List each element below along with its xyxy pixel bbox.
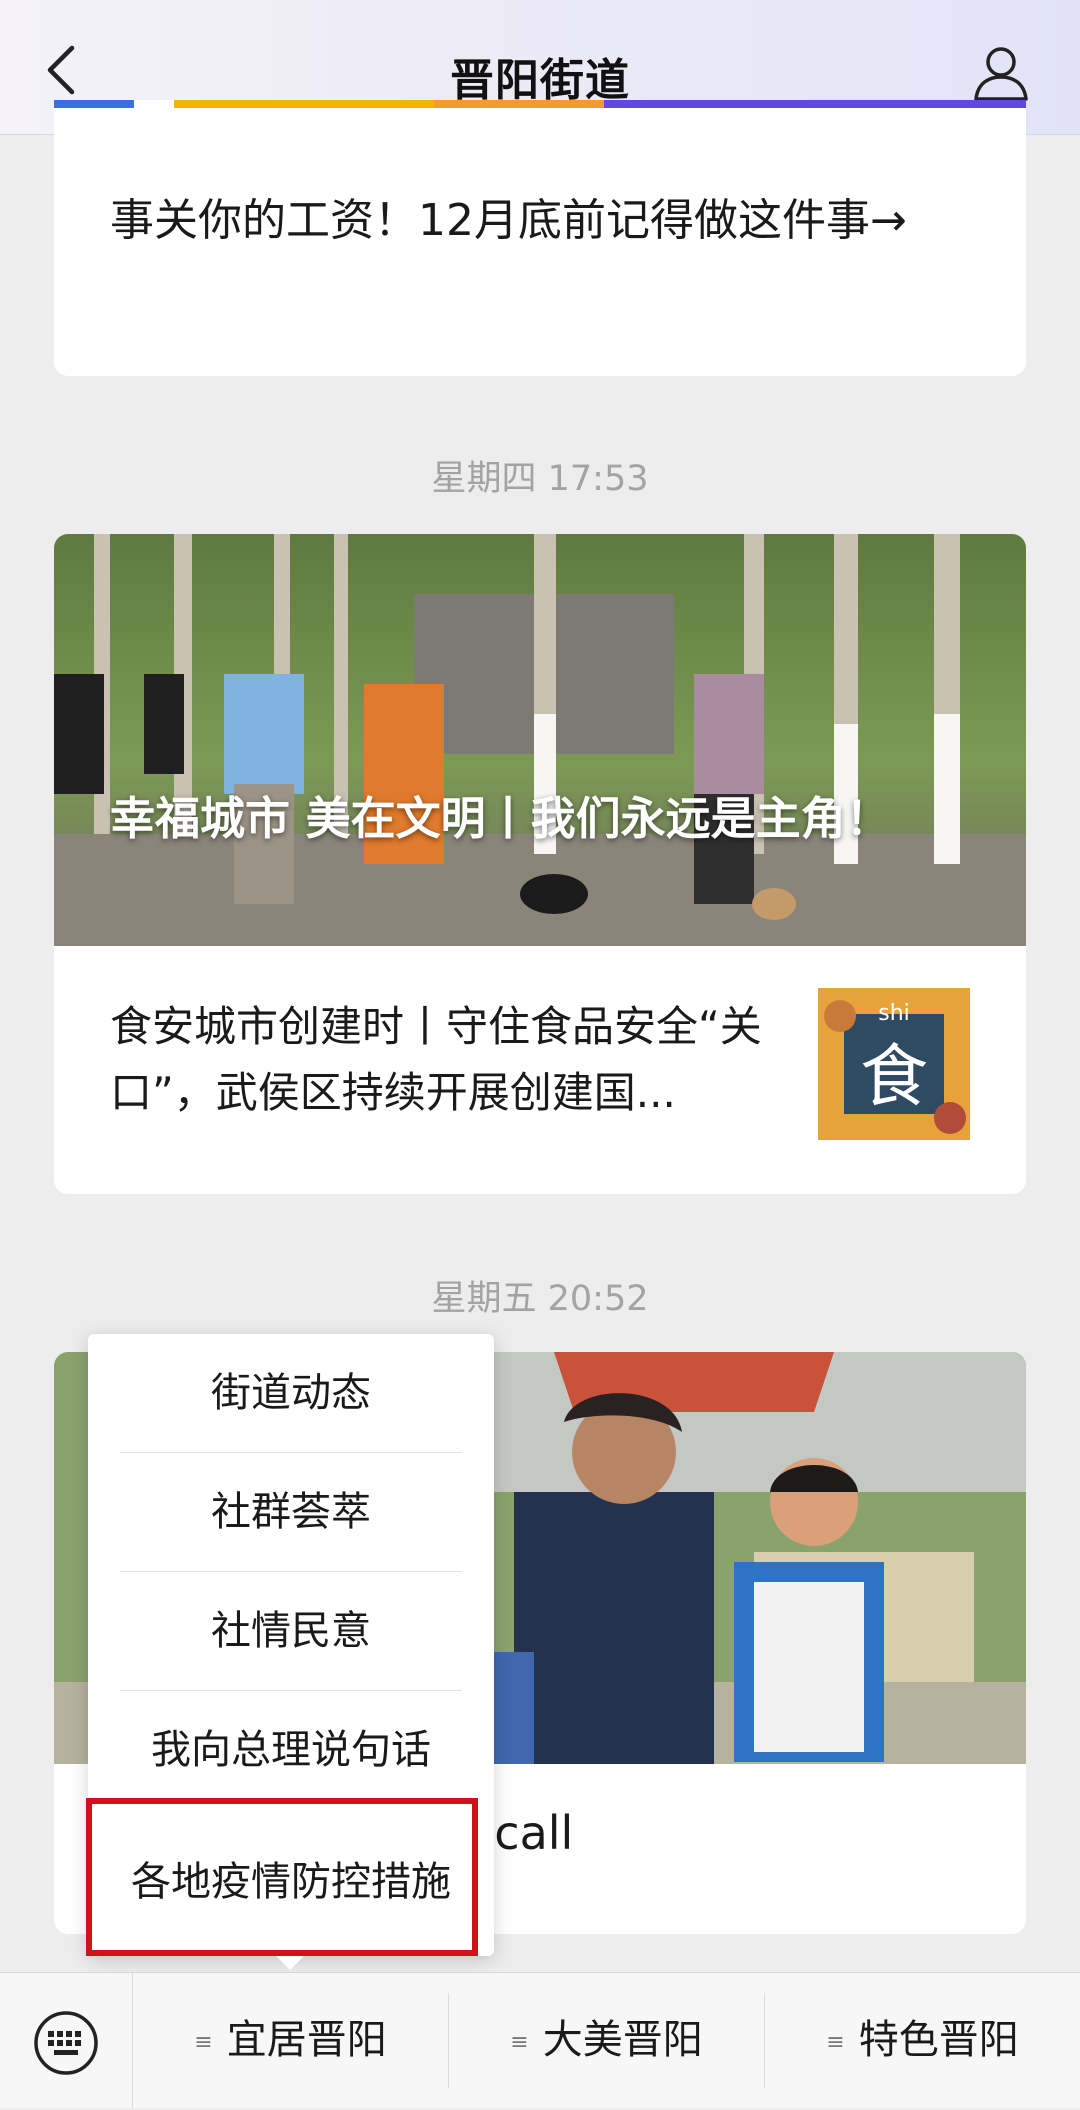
menu-list-icon: ≡: [194, 2029, 213, 2055]
article-card[interactable]: 事关你的工资！12月底前记得做这件事→: [54, 100, 1026, 376]
article-cover-image[interactable]: [54, 534, 1026, 946]
thumbnail-label: shi: [878, 1001, 910, 1026]
article-subtitle[interactable]: 食安城市创建时丨守住食品安全“关口”，武侯区持续开展创建国...: [110, 994, 830, 1126]
highlight-box: [86, 1798, 478, 1956]
keyboard-toggle[interactable]: [0, 1973, 133, 2108]
menu-item-street-news[interactable]: 街道动态: [120, 1334, 462, 1452]
thumbnail-glyph: 食: [860, 1038, 928, 1117]
menu-tab-livable[interactable]: ≡ 宜居晋阳: [133, 1973, 448, 2108]
menu-tab-label: 特色晋阳: [858, 2017, 1019, 2063]
menu-list-icon: ≡: [510, 2029, 529, 2055]
popup-pointer: [276, 1956, 304, 1970]
menu-item-public-opinion[interactable]: 社情民意: [120, 1572, 462, 1690]
article-title[interactable]: 幸福城市 美在文明丨我们永远是主角！: [110, 784, 970, 854]
bottom-menu-bar: ≡ 宜居晋阳 ≡ 大美晋阳 ≡ 特色晋阳: [0, 1972, 1080, 2108]
timestamp: 星期五 20:52: [431, 1279, 649, 1319]
article-card[interactable]: 幸福城市 美在文明丨我们永远是主角！ 食安城市创建时丨守住食品安全“关口”，武侯…: [54, 534, 1026, 1194]
menu-tab-label: 宜居晋阳: [226, 2017, 387, 2063]
profile-icon[interactable]: [972, 44, 1030, 102]
menu-tab-featured[interactable]: ≡ 特色晋阳: [765, 1973, 1080, 2108]
timestamp: 星期四 17:53: [431, 459, 649, 499]
article-cover-image: [54, 100, 1026, 140]
keyboard-icon: [34, 2011, 98, 2075]
menu-item-community[interactable]: 社群荟萃: [120, 1453, 462, 1571]
menu-tab-beautiful[interactable]: ≡ 大美晋阳: [449, 1973, 764, 2108]
menu-list-icon: ≡: [826, 2029, 845, 2055]
article-title[interactable]: 事关你的工资！12月底前记得做这件事→: [110, 186, 970, 256]
article-thumbnail[interactable]: shi 食: [818, 988, 970, 1140]
menu-tab-label: 大美晋阳: [542, 2017, 703, 2063]
menu-item-message-premier[interactable]: 我向总理说句话: [120, 1691, 462, 1809]
page-title: 晋阳街道: [450, 55, 630, 106]
